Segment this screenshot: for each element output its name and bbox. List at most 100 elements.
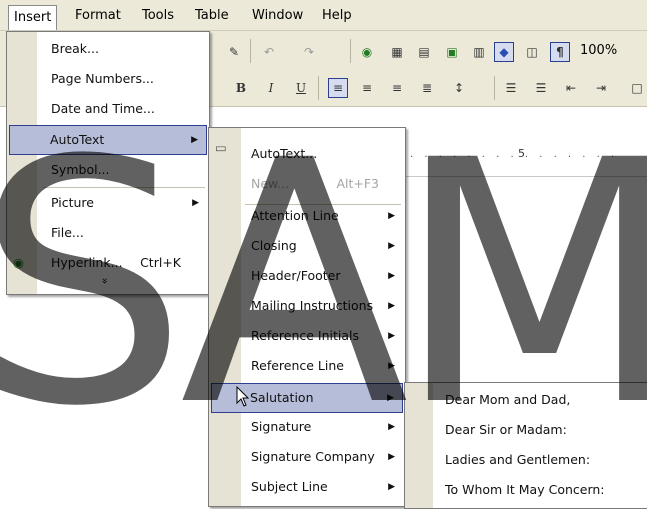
menu-item-file[interactable]: File... <box>9 219 207 247</box>
menu-item-mailing-instructions[interactable]: Mailing Instructions ▶ <box>211 292 403 320</box>
numbering-icon[interactable]: ☰ <box>502 79 520 97</box>
decrease-indent-icon[interactable]: ⇤ <box>562 79 580 97</box>
menu-item-label: To Whom It May Concern: <box>445 482 605 497</box>
menu-format[interactable]: Format <box>70 7 126 25</box>
zoom-box[interactable]: 100% <box>580 43 617 58</box>
menu-expand-chevron[interactable]: » <box>9 272 207 290</box>
bullets-icon[interactable]: ☰ <box>532 79 550 97</box>
menu-item-label: New... <box>251 176 290 191</box>
menu-item-label: File... <box>51 225 84 240</box>
ruler-number: 5 <box>518 147 525 160</box>
menu-item-subject-line[interactable]: Subject Line ▶ <box>211 473 403 501</box>
menu-item-signature-company[interactable]: Signature Company ▶ <box>211 443 403 471</box>
menu-item-label: Symbol... <box>51 162 110 177</box>
align-right-icon[interactable]: ≡ <box>388 79 406 97</box>
menu-item-header-footer[interactable]: Header/Footer ▶ <box>211 262 403 290</box>
menu-item-ladies-and-gentlemen[interactable]: Ladies and Gentlemen: <box>407 446 647 474</box>
submenu-arrow-icon: ▶ <box>388 211 395 221</box>
menu-item-label: Attention Line <box>251 208 339 223</box>
menu-item-label: Date and Time... <box>51 101 155 116</box>
menu-item-label: AutoText... <box>251 146 318 161</box>
submenu-arrow-icon: ▶ <box>388 482 395 492</box>
submenu-arrow-icon: ▶ <box>388 241 395 251</box>
menu-item-signature[interactable]: Signature ▶ <box>211 413 403 441</box>
show-hide-icon[interactable]: ¶ <box>550 42 570 62</box>
menu-tools[interactable]: Tools <box>137 7 179 25</box>
menu-bar: Insert Format Tools Table Window Help <box>0 0 647 31</box>
menu-item-label: Reference Initials <box>251 328 360 343</box>
justify-icon[interactable]: ≣ <box>418 79 436 97</box>
autotext-icon: ▭ <box>215 140 227 155</box>
menu-table[interactable]: Table <box>190 7 234 25</box>
menu-item-label: Page Numbers... <box>51 71 154 86</box>
menu-item-symbol[interactable]: Symbol... <box>9 156 207 184</box>
document-map-icon[interactable]: ◫ <box>523 43 541 61</box>
menu-item-new[interactable]: New... Alt+F3 <box>211 170 403 198</box>
align-left-icon[interactable]: ≡ <box>328 78 348 98</box>
submenu-arrow-icon: ▶ <box>192 198 199 208</box>
drawing-icon[interactable]: ◆ <box>494 42 514 62</box>
menu-item-label: Reference Line <box>251 358 344 373</box>
menu-item-dear-sir-or-madam[interactable]: Dear Sir or Madam: <box>407 416 647 444</box>
menu-item-label: Header/Footer <box>251 268 341 283</box>
bold-button[interactable]: B <box>232 79 250 97</box>
tables-borders-icon[interactable]: ▦ <box>388 43 406 61</box>
menu-item-label: Mailing Instructions <box>251 298 374 313</box>
menu-item-label: AutoText <box>50 132 105 147</box>
toolbar-separator <box>318 76 319 100</box>
menu-item-reference-line[interactable]: Reference Line ▶ <box>211 352 403 380</box>
menu-item-label: Closing <box>251 238 297 253</box>
submenu-arrow-icon: ▶ <box>388 452 395 462</box>
insert-table-icon[interactable]: ▤ <box>415 43 433 61</box>
salutation-submenu: Dear Mom and Dad, Dear Sir or Madam: Lad… <box>404 382 647 509</box>
borders-icon[interactable]: □ <box>628 79 646 97</box>
submenu-arrow-icon: ▶ <box>388 361 395 371</box>
menu-item-label: Signature <box>251 419 312 434</box>
menu-help[interactable]: Help <box>317 7 357 25</box>
menu-item-label: Picture <box>51 195 94 210</box>
menu-item-to-whom-it-may-concern[interactable]: To Whom It May Concern: <box>407 476 647 504</box>
menu-item-reference-initials[interactable]: Reference Initials ▶ <box>211 322 403 350</box>
align-center-icon[interactable]: ≡ <box>358 79 376 97</box>
mouse-pointer-icon <box>236 386 250 407</box>
horizontal-ruler[interactable]: · · · · · · · · · · · · · · · 5 <box>400 140 647 177</box>
submenu-arrow-icon: ▶ <box>388 422 395 432</box>
toolbar-separator <box>350 39 351 63</box>
insert-hyperlink-icon[interactable]: ◉ <box>358 43 376 61</box>
menu-item-break[interactable]: Break... <box>9 35 207 63</box>
menu-item-dear-mom-and-dad[interactable]: Dear Mom and Dad, <box>407 386 647 414</box>
chevron-down-icon: » <box>98 277 112 285</box>
italic-button[interactable]: I <box>262 79 280 97</box>
toolbar-separator <box>250 39 251 63</box>
underline-button[interactable]: U <box>292 79 310 97</box>
menu-item-shortcut: Alt+F3 <box>336 176 379 191</box>
submenu-arrow-icon: ▶ <box>387 393 394 403</box>
menu-item-page-numbers[interactable]: Page Numbers... <box>9 65 207 93</box>
submenu-arrow-icon: ▶ <box>388 301 395 311</box>
menu-item-date-and-time[interactable]: Date and Time... <box>9 95 207 123</box>
submenu-arrow-icon: ▶ <box>388 271 395 281</box>
redo-icon[interactable]: ↷ <box>300 43 318 61</box>
insert-menu: Break... Page Numbers... Date and Time..… <box>6 31 210 295</box>
menu-item-attention-line[interactable]: Attention Line ▶ <box>211 202 403 230</box>
columns-icon[interactable]: ▥ <box>470 43 488 61</box>
menu-item-picture[interactable]: Picture ▶ <box>9 189 207 217</box>
menu-item-autotext[interactable]: AutoText ▶ <box>9 125 207 155</box>
toolbar-separator <box>494 76 495 100</box>
menu-insert[interactable]: Insert <box>8 5 58 30</box>
menu-item-autotext-dialog[interactable]: ▭ AutoText... <box>211 140 403 168</box>
submenu-arrow-icon: ▶ <box>191 135 198 145</box>
menu-window[interactable]: Window <box>247 7 308 25</box>
line-spacing-icon[interactable]: ↕ <box>450 79 468 97</box>
menu-item-closing[interactable]: Closing ▶ <box>211 232 403 260</box>
format-painter-icon[interactable]: ✎ <box>225 43 243 61</box>
menu-item-label: Break... <box>51 41 99 56</box>
increase-indent-icon[interactable]: ⇥ <box>592 79 610 97</box>
menu-item-label: Salutation <box>250 390 314 405</box>
undo-icon[interactable]: ↶ <box>260 43 278 61</box>
autotext-submenu: ▭ AutoText... New... Alt+F3 Attention Li… <box>208 127 406 507</box>
insert-excel-icon[interactable]: ▣ <box>443 43 461 61</box>
menu-item-label: Dear Sir or Madam: <box>445 422 567 437</box>
menu-item-label: Subject Line <box>251 479 328 494</box>
ruler-ticks: · · · · · · · · · · · · · · · <box>410 152 619 163</box>
